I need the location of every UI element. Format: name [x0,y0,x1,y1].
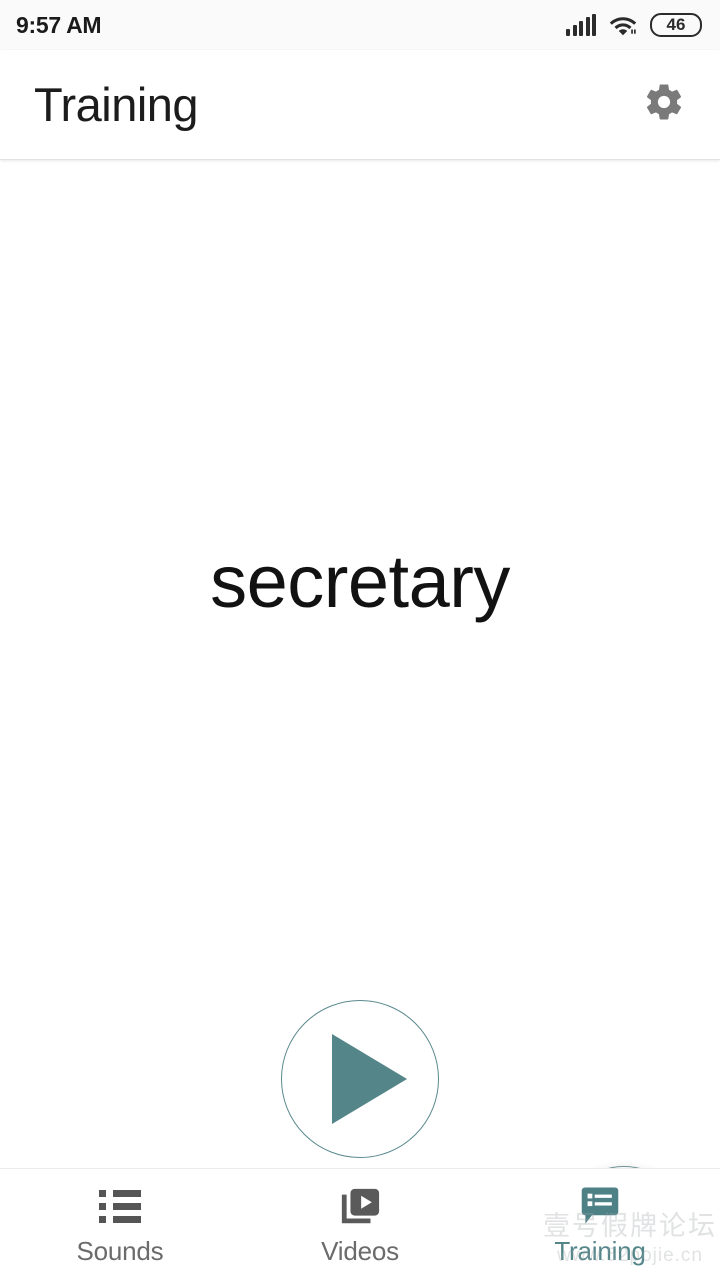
training-content-area: secretary [0,160,720,1280]
app-bar: Training [0,50,720,160]
video-library-icon [337,1187,383,1227]
settings-button[interactable] [636,77,692,133]
gear-icon [643,81,685,128]
battery-level: 46 [666,15,686,34]
tab-videos[interactable]: Videos [240,1169,480,1280]
tab-sounds[interactable]: Sounds [0,1169,240,1280]
training-word: secretary [210,540,510,623]
play-audio-button[interactable] [281,1000,439,1158]
tab-sounds-label: Sounds [76,1235,164,1266]
tab-videos-label: Videos [321,1235,399,1266]
battery-icon: 46 [650,13,702,37]
app-screen: 9:57 AM 46 Training secretary Sounds Vid… [0,0,720,1280]
status-time: 9:57 AM [16,11,102,38]
list-icon [99,1187,141,1227]
wifi-icon [609,14,637,36]
status-bar: 9:57 AM 46 [0,0,720,50]
status-indicators: 46 [566,13,702,37]
speech-bubble-list-icon [578,1186,622,1227]
tab-training-label: Training [554,1235,646,1266]
page-title: Training [34,78,199,131]
tab-training[interactable]: Training [480,1169,720,1280]
bottom-navigation: Sounds Videos Training 壹号假牌论坛 www.52poji… [0,1168,720,1280]
play-icon [331,1034,407,1124]
cellular-signal-icon [566,14,596,36]
